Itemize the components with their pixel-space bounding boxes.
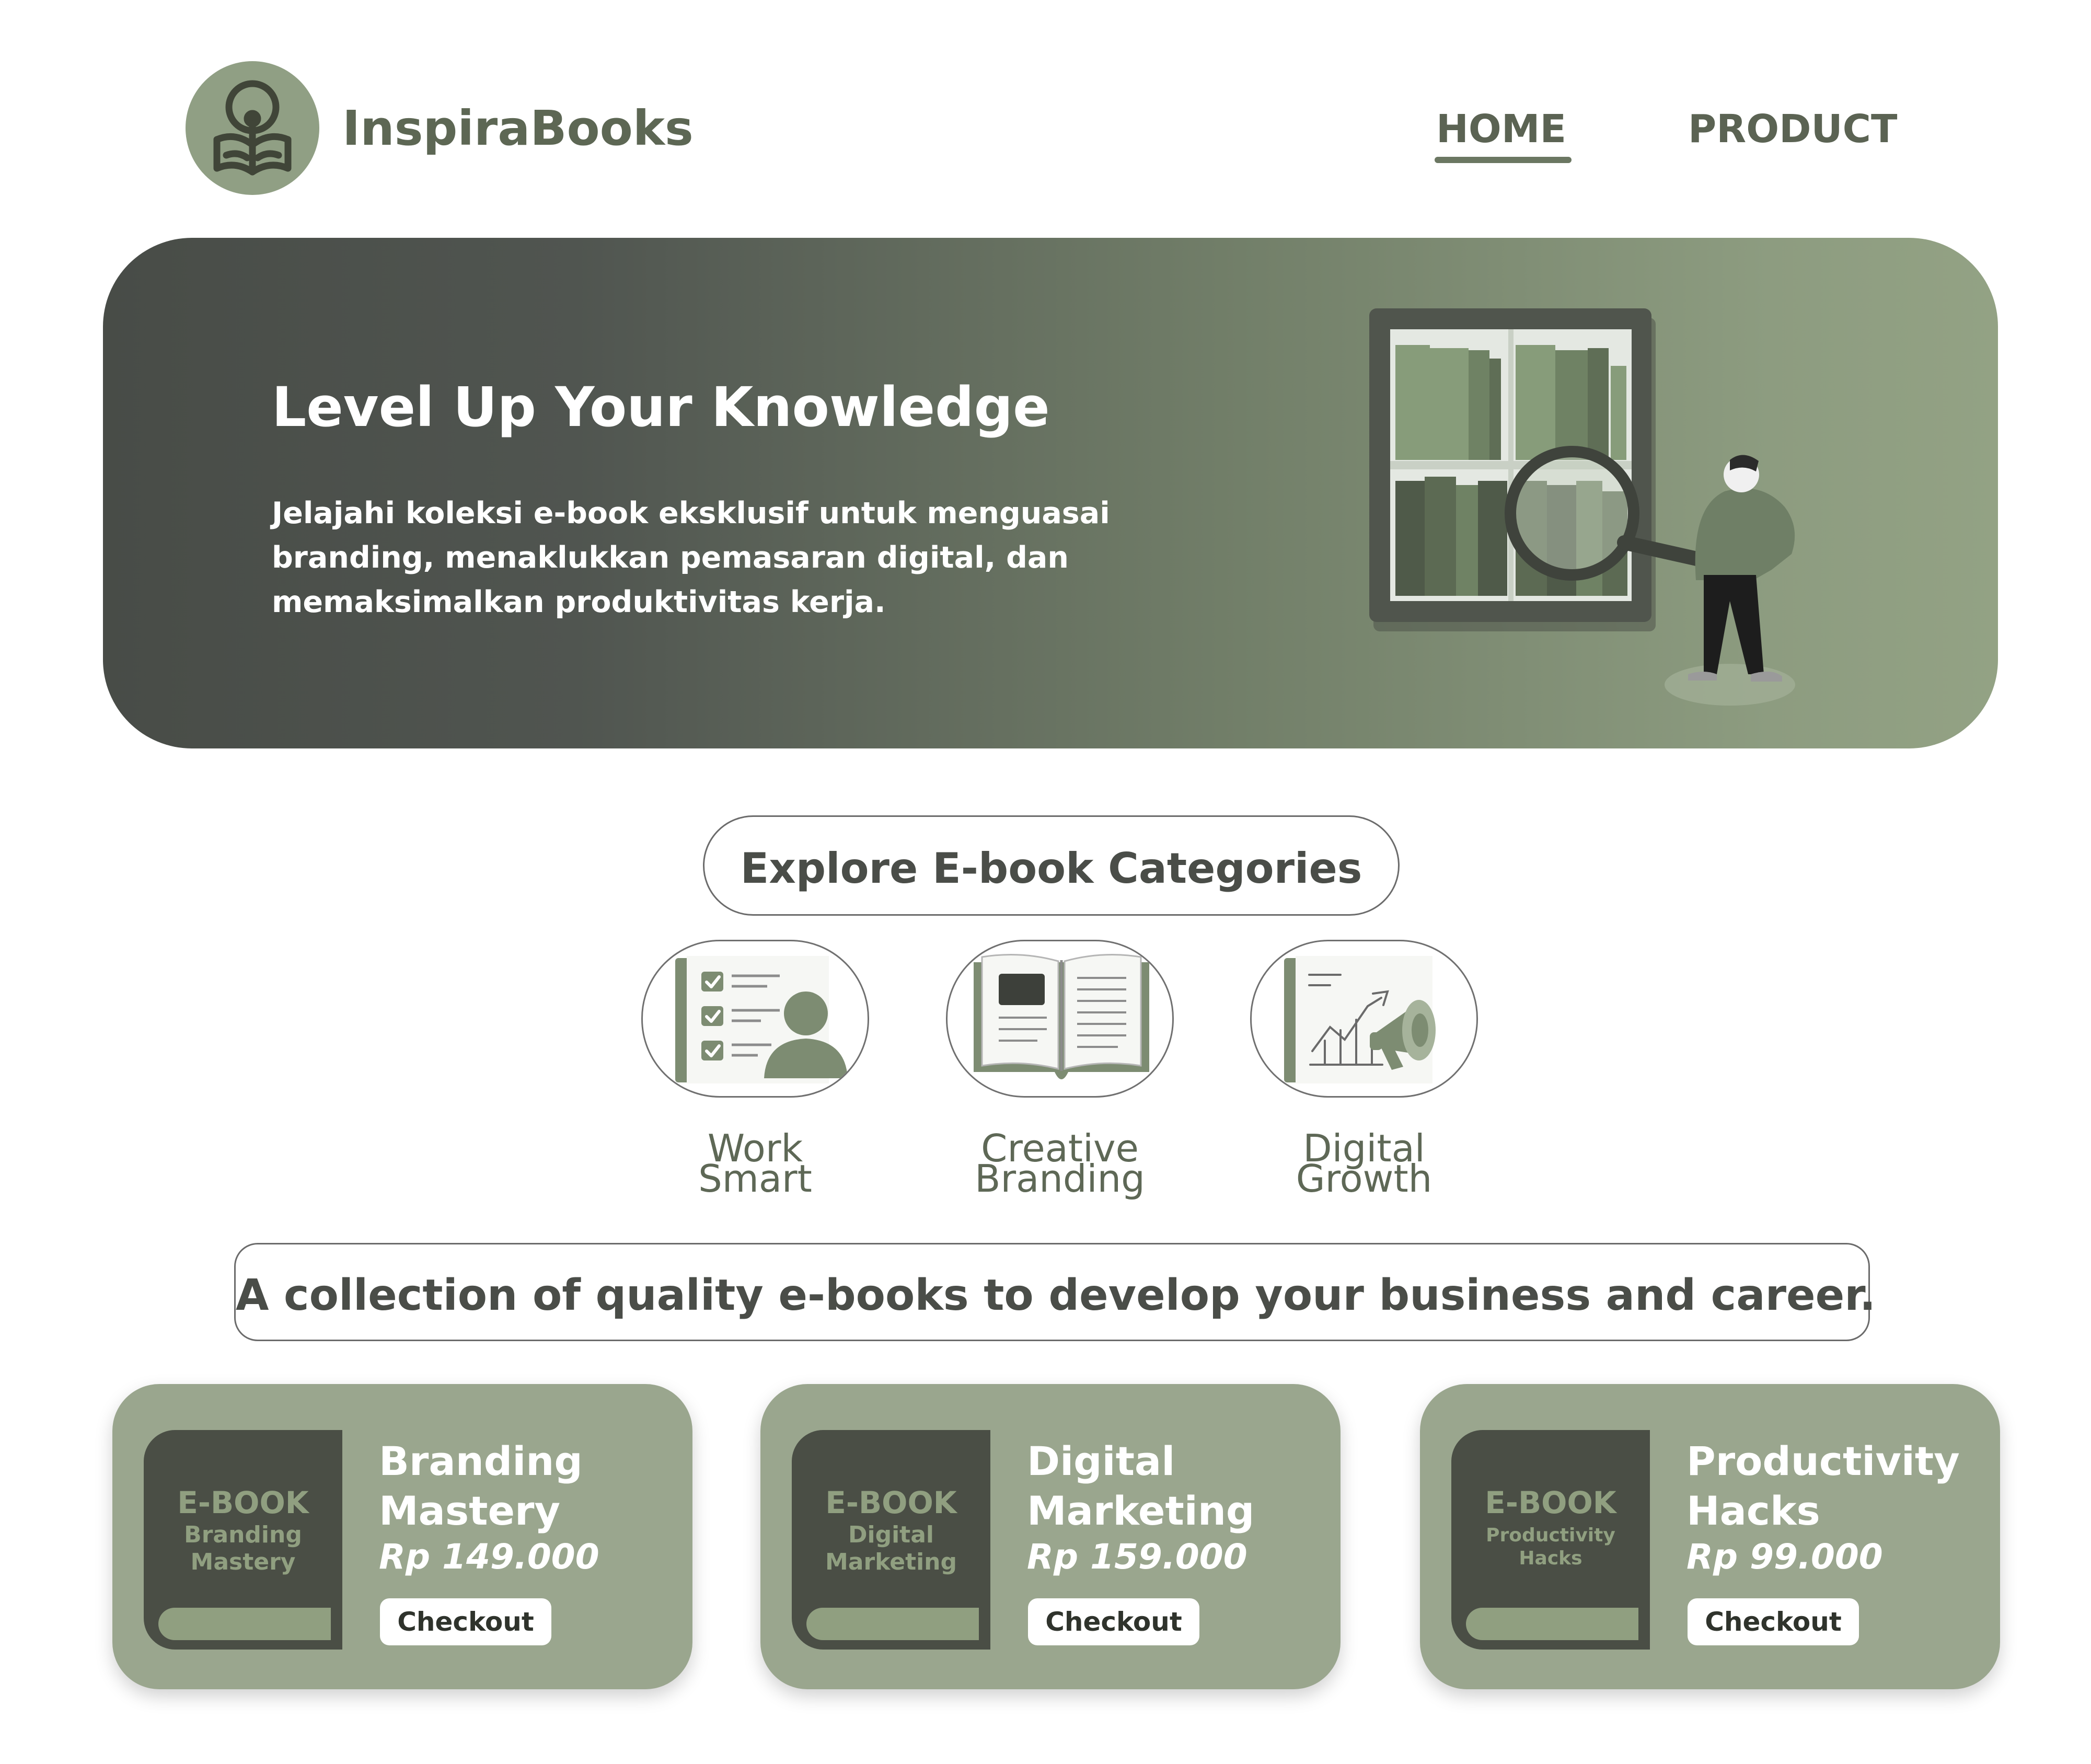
checkout-button[interactable]: Checkout: [380, 1598, 551, 1645]
ebook-cover-label: E-BOOK: [825, 1485, 957, 1520]
checkout-button[interactable]: Checkout: [1028, 1598, 1199, 1645]
product-title: Productivity Hacks: [1686, 1438, 1960, 1534]
hero-description: Jelajahi koleksi e-book eksklusif untuk …: [272, 496, 1110, 619]
category-digital-growth-label[interactable]: Digital Growth: [1250, 1129, 1478, 1197]
product-price: Rp 149.000: [379, 1537, 599, 1577]
category-work-smart-label[interactable]: Work Smart: [641, 1129, 869, 1197]
logo[interactable]: [186, 61, 319, 195]
checklist-person-icon: [675, 956, 848, 1083]
category-work-smart-card[interactable]: [641, 940, 869, 1098]
explore-categories-heading: Explore E-book Categories: [740, 844, 1362, 893]
product-price: Rp 159.000: [1027, 1537, 1247, 1577]
product-title: Branding Mastery: [379, 1438, 583, 1534]
product-price: Rp 99.000: [1686, 1537, 1883, 1577]
product-card: E-BOOK Productivity Hacks Productivity H…: [1420, 1384, 2000, 1689]
collection-tagline: A collection of quality e-books to devel…: [236, 1271, 1876, 1320]
product-card: E-BOOK Digital Marketing Digital Marketi…: [760, 1384, 1341, 1689]
ebook-cover-title: Branding Mastery: [184, 1521, 302, 1575]
ebook-cover-label: E-BOOK: [177, 1485, 309, 1520]
nav-active-indicator: [1435, 157, 1572, 163]
nav-home[interactable]: HOME: [1436, 107, 1566, 152]
hero-title: Level Up Your Knowledge: [272, 375, 1050, 439]
brand-name: InspiraBooks: [342, 100, 694, 156]
ebook-cover: E-BOOK Digital Marketing: [792, 1430, 990, 1650]
collection-tagline-box: A collection of quality e-books to devel…: [234, 1243, 1876, 1341]
category-creative-branding-card[interactable]: [946, 940, 1174, 1098]
growth-chart-megaphone-icon: [1284, 956, 1436, 1083]
ebook-cover-pages: [158, 1608, 331, 1640]
book-lightbulb-icon: [213, 80, 292, 176]
product-card: E-BOOK Branding Mastery Branding Mastery…: [112, 1384, 692, 1689]
category-digital-growth-card[interactable]: [1250, 940, 1478, 1098]
ebook-cover: E-BOOK Branding Mastery: [144, 1430, 342, 1650]
ebook-cover-pages: [1466, 1608, 1638, 1640]
ebook-cover-title: Digital Marketing: [825, 1521, 957, 1575]
ebook-cover-label: E-BOOK: [1485, 1485, 1616, 1520]
ebook-cover: E-BOOK Productivity Hacks: [1451, 1430, 1650, 1650]
category-creative-branding-label[interactable]: Creative Branding: [946, 1129, 1174, 1197]
ebook-cover-pages: [806, 1608, 979, 1640]
explore-categories-heading-box: Explore E-book Categories: [703, 815, 1400, 916]
checkout-button[interactable]: Checkout: [1688, 1598, 1859, 1645]
ebook-cover-title: Productivity Hacks: [1486, 1525, 1615, 1569]
product-title: Digital Marketing: [1027, 1438, 1255, 1534]
nav-product[interactable]: PRODUCT: [1688, 107, 1897, 152]
open-book-icon: [974, 954, 1149, 1079]
bookshelf-magnifier-illustration: [1369, 308, 1795, 706]
